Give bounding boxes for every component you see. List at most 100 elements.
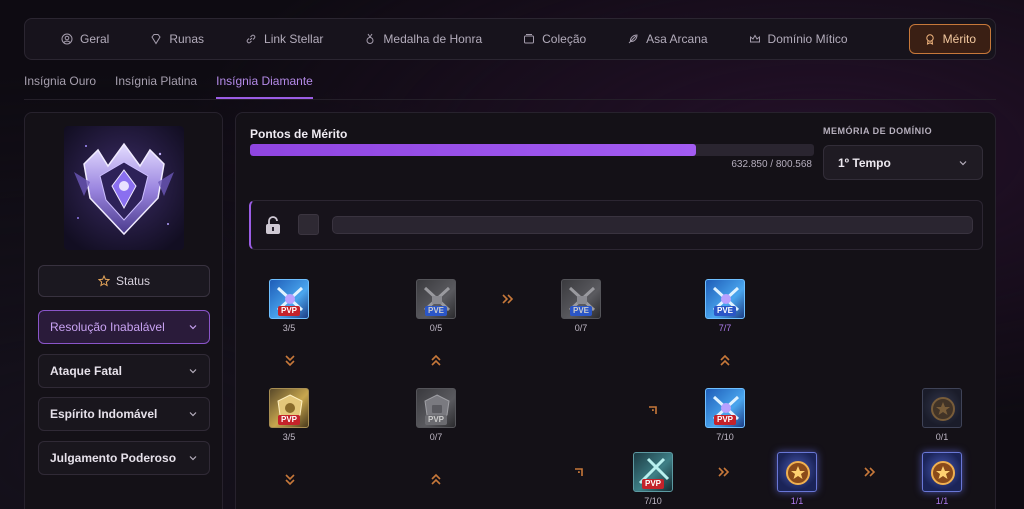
slot-box[interactable] [298,214,319,235]
node-tag: PVP [277,306,301,316]
skill-node[interactable]: PVP 3/5 [269,279,309,333]
nav-item-medalha-de-honra[interactable]: Medalha de Honra [352,24,494,54]
skill-node[interactable]: 0/1 [922,388,962,442]
node-level: 7/10 [644,496,662,506]
node-level: 0/7 [574,323,588,333]
merit-progress-fill [250,144,696,156]
skill-node[interactable]: PVP 7/10 [633,452,673,506]
skill-node[interactable]: 1/1 [922,452,962,506]
nav-label-colecao: Coleção [542,32,587,46]
corner-arrow-icon [649,406,657,414]
nav-item-merito[interactable]: Mérito [908,24,991,54]
nav-item-geral[interactable]: Geral [49,24,121,54]
nav-label-geral: Geral [80,32,110,46]
feather-icon [628,34,638,44]
node-level: 3/5 [282,323,296,333]
skill-icon: PVP [269,388,309,428]
node-level: 3/5 [282,432,296,442]
slot-bar [332,216,973,234]
diamond-insignia-image [64,126,184,250]
node-tag: PVE [424,306,448,316]
skill-node[interactable]: PVP 7/10 [705,388,745,442]
nav-label-medalha-de-honra: Medalha de Honra [383,32,483,46]
nav-item-runas[interactable]: Runas [138,24,216,54]
medal-icon [366,33,374,44]
double-chevron-right-icon [718,467,730,477]
merit-progress-bar [250,144,814,156]
chevron-down-icon [959,160,967,165]
node-level: 0/5 [429,323,443,333]
nav-label-runas: Runas [169,32,205,46]
skill-node[interactable]: PVP 3/5 [269,388,309,442]
nav-label-merito: Mérito [942,32,976,46]
skill-icon [922,388,962,428]
accordion-label: Resolução Inabalável [50,320,165,334]
skill-icon: PVP [633,452,673,492]
user-circle-icon [61,33,73,45]
crown-icon [749,34,760,43]
gem-icon [151,34,161,45]
status-label: Status [115,274,151,288]
link-icon [246,34,256,44]
double-chevron-down-icon [285,355,295,367]
node-level: 0/1 [935,432,949,442]
nav-item-dominio-mitico[interactable]: Domínio Mítico [737,24,860,54]
double-chevron-down-icon [285,474,295,486]
chevron-down-icon [189,412,197,417]
accordion-label: Espírito Indomável [50,407,158,421]
award-icon [925,34,934,45]
subtab-insignia-diamante[interactable]: Insígnia Diamante [216,64,313,99]
subtabs: Insígnia Ouro Insígnia Platina Insígnia … [24,64,996,100]
subtab-insignia-ouro[interactable]: Insígnia Ouro [24,64,96,99]
nav-label-asa-arcana: Asa Arcana [646,32,708,46]
node-tag: PVP [424,415,448,425]
double-chevron-up-icon [431,354,441,366]
chevron-down-icon [189,456,197,461]
skill-node[interactable]: PVE 0/7 [561,279,601,333]
skill-icon: PVP [705,388,745,428]
unlock-icon[interactable] [264,215,282,235]
status-button[interactable]: Status [38,265,210,297]
accordion-label: Ataque Fatal [50,364,123,378]
double-chevron-up-icon [720,354,730,366]
skill-node[interactable]: PVE 7/7 [705,279,745,333]
unlock-bar [249,200,983,250]
skill-node[interactable]: PVE 0/5 [416,279,456,333]
skill-icon: PVE [705,279,745,319]
skill-node[interactable]: PVP 0/7 [416,388,456,442]
node-tag: PVP [277,415,301,425]
collection-icon [524,34,535,44]
nav-item-link-stellar[interactable]: Link Stellar [233,24,335,54]
accordion-julgamento-poderoso[interactable]: Julgamento Poderoso [38,441,210,475]
accordion-resolucao-inabalavel[interactable]: Resolução Inabalável [38,310,210,344]
nav-label-link-stellar: Link Stellar [264,32,324,46]
left-panel: Status Resolução Inabalável Ataque Fatal… [24,112,223,509]
accordion-ataque-fatal[interactable]: Ataque Fatal [38,354,210,388]
double-chevron-right-icon [864,467,876,477]
nav-item-asa-arcana[interactable]: Asa Arcana [615,24,719,54]
skill-icon: PVP [416,388,456,428]
node-tag: PVP [713,415,737,425]
corner-arrow-icon [575,468,583,476]
skill-icon [922,452,962,492]
double-chevron-right-icon [502,294,514,304]
node-level: 0/7 [429,432,443,442]
double-chevron-up-icon [431,473,441,485]
accordion-espirito-indomavel[interactable]: Espírito Indomável [38,397,210,431]
domain-memory-select[interactable]: 1º Tempo [823,145,983,180]
skill-node[interactable]: 1/1 [777,452,817,506]
node-level: 7/7 [718,323,732,333]
node-tag: PVE [713,306,737,316]
node-level: 7/10 [716,432,734,442]
node-tag: PVP [641,479,665,489]
star-icon [97,275,110,287]
merit-points-title: Pontos de Mérito [250,127,348,141]
skill-icon: PVP [269,279,309,319]
node-level: 1/1 [935,496,949,506]
chevron-down-icon [189,325,197,330]
subtab-insignia-platina[interactable]: Insígnia Platina [115,64,197,99]
domain-memory-label: MEMÓRIA DE DOMÍNIO [823,126,933,136]
node-tag: PVE [569,306,593,316]
nav-item-colecao[interactable]: Coleção [511,24,598,54]
chevron-down-icon [189,369,197,374]
